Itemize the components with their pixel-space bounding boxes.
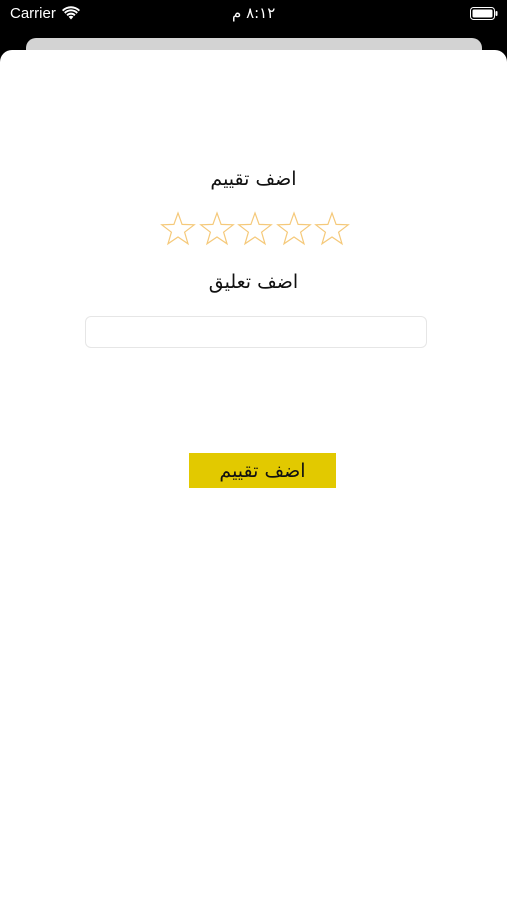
star-rating[interactable] (160, 211, 350, 249)
star-icon[interactable] (198, 211, 235, 247)
status-bar: Carrier ٨:١٢ م (0, 0, 507, 30)
star-icon[interactable] (160, 211, 196, 247)
star-icon[interactable] (237, 211, 273, 247)
star-icon[interactable] (314, 211, 350, 247)
carrier-label: Carrier (10, 5, 56, 22)
comment-input[interactable] (85, 316, 427, 348)
wifi-icon (62, 6, 80, 20)
comment-title: اضف تعليق (208, 271, 299, 293)
star-icon[interactable] (275, 211, 312, 247)
status-time: ٨:١٢ م (232, 4, 276, 22)
submit-rating-button[interactable]: اضف تقييم (189, 453, 336, 488)
rating-sheet: اضف تقييم اضف تعليق اضف تقييم (0, 50, 507, 900)
rating-title: اضف تقييم (210, 168, 297, 190)
battery-icon (470, 7, 498, 20)
